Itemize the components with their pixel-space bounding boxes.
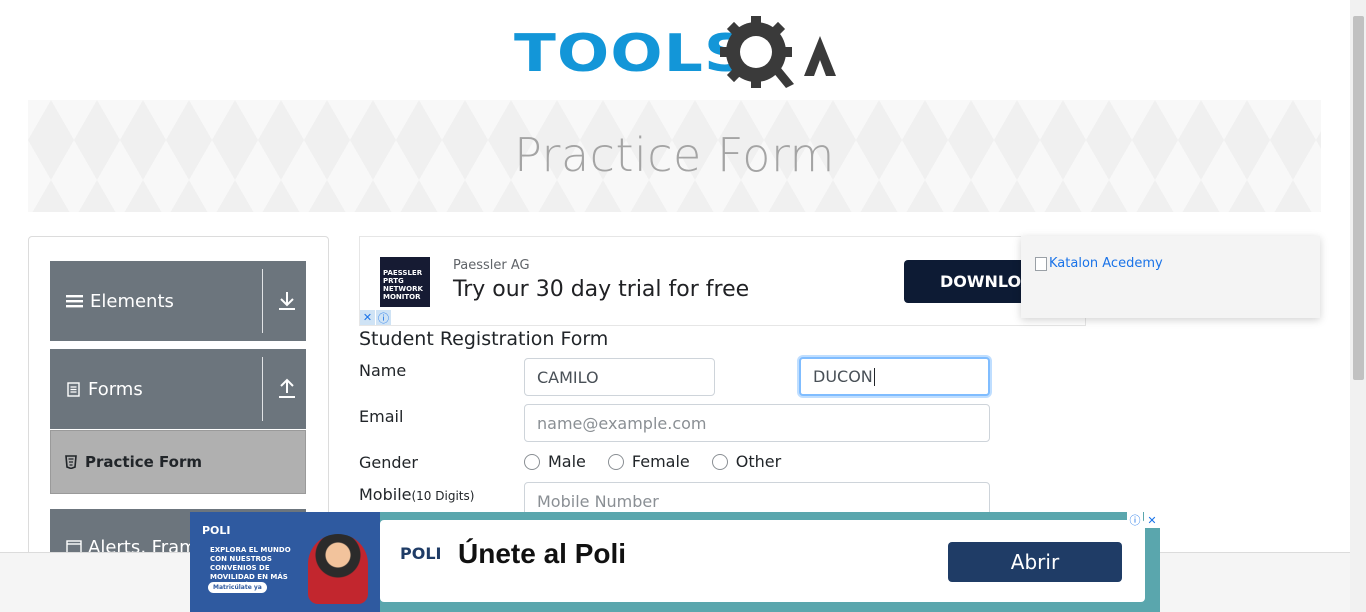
last-name-input[interactable]: DUCON	[799, 357, 990, 396]
upload-arrow-icon[interactable]	[276, 377, 298, 401]
promo-figure	[308, 534, 368, 604]
radio-label: Male	[548, 452, 586, 471]
radio-circle[interactable]	[607, 453, 624, 470]
broken-image-icon	[1035, 256, 1047, 271]
ad-banner-top[interactable]: PAESSLER PRTG NETWORK MONITOR Paessler A…	[359, 236, 1086, 326]
sidebar-group-forms[interactable]: Forms	[50, 349, 306, 429]
card-headline: Únete al Poli	[458, 538, 627, 569]
ad-card[interactable]: POLI Únete al Poli Abrir	[380, 520, 1145, 602]
ad-info-icon[interactable]: ⓘ	[1127, 512, 1143, 528]
ad-close-icon[interactable]: ✕	[1144, 512, 1160, 528]
radio-label: Female	[631, 452, 690, 471]
ad-info-icon[interactable]: ⓘ	[376, 310, 391, 325]
mobile-label-text: Mobile	[359, 485, 412, 504]
group-divider	[262, 357, 263, 421]
logo-text: TOOLS	[514, 24, 750, 84]
toolsqa-logo[interactable]: TOOLS	[514, 14, 840, 94]
document-icon	[67, 382, 80, 397]
gender-radio-group: Male Female Other	[524, 452, 803, 471]
mobile-label: Mobile(10 Digits)	[359, 485, 474, 504]
group-title: Forms	[66, 349, 143, 429]
sidebar-item-label: Practice Form	[85, 453, 202, 471]
page: TOOLS Practice Form Elements Forms Pract…	[0, 0, 1366, 612]
download-arrow-icon[interactable]	[276, 289, 298, 313]
promo-brand: POLI	[202, 524, 231, 537]
gender-radio-male[interactable]: Male	[524, 452, 586, 471]
sidebar-group-label: Elements	[90, 290, 174, 312]
text-cursor	[873, 367, 875, 386]
mobile-hint: (10 Digits)	[411, 489, 475, 503]
broken-image-alt: Katalon Acedemy	[1049, 256, 1163, 271]
ad-company: Paessler AG	[453, 258, 530, 273]
email-input[interactable]: name@example.com	[524, 404, 990, 442]
gender-label: Gender	[359, 453, 418, 472]
page-scrollbar[interactable]	[1350, 0, 1366, 612]
ad-choices: ✕ ⓘ	[360, 310, 391, 325]
ad-close-icon[interactable]: ✕	[360, 310, 375, 325]
broken-image[interactable]: Katalon Acedemy	[1035, 256, 1163, 271]
form-title: Student Registration Form	[359, 328, 609, 350]
ad-headline: Try our 30 day trial for free	[453, 277, 750, 302]
radio-label: Other	[735, 452, 782, 471]
group-divider	[262, 269, 263, 333]
first-name-input[interactable]: CAMILO	[524, 358, 715, 396]
scrollbar-thumb[interactable]	[1353, 16, 1364, 380]
radio-circle[interactable]	[524, 453, 540, 470]
ad-banner-bottom[interactable]: POLI EXPLORA EL MUNDO CON NUESTROS CONVE…	[190, 512, 1160, 612]
email-label: Email	[359, 407, 404, 426]
sidebar-group-label: Forms	[88, 378, 143, 400]
ad-logo: PAESSLER PRTG NETWORK MONITOR	[380, 257, 430, 307]
sidebar-group-elements[interactable]: Elements	[50, 261, 306, 341]
sidebar-item-practice-form[interactable]: Practice Form	[50, 430, 306, 494]
open-button[interactable]: Abrir	[948, 542, 1122, 582]
gear-magnifier-icon	[720, 16, 836, 88]
ad-choices-bottom: ⓘ ✕	[1127, 512, 1160, 528]
page-banner: Practice Form	[28, 100, 1321, 212]
html5-badge-icon	[65, 455, 77, 469]
name-label: Name	[359, 361, 407, 380]
menu-icon	[66, 295, 83, 308]
gender-radio-other[interactable]: Other	[711, 452, 782, 471]
radio-circle[interactable]	[711, 453, 728, 470]
group-title: Elements	[66, 261, 174, 341]
page-title: Practice Form	[514, 128, 835, 182]
promo-cta: Matricúlate ya	[208, 582, 267, 593]
gender-radio-female[interactable]: Female	[607, 452, 690, 471]
ad-side-panel[interactable]: Katalon Acedemy	[1021, 236, 1320, 318]
card-logo: POLI	[400, 544, 442, 563]
ad-promo-image[interactable]: POLI EXPLORA EL MUNDO CON NUESTROS CONVE…	[190, 512, 380, 612]
last-name-value: DUCON	[813, 367, 873, 386]
